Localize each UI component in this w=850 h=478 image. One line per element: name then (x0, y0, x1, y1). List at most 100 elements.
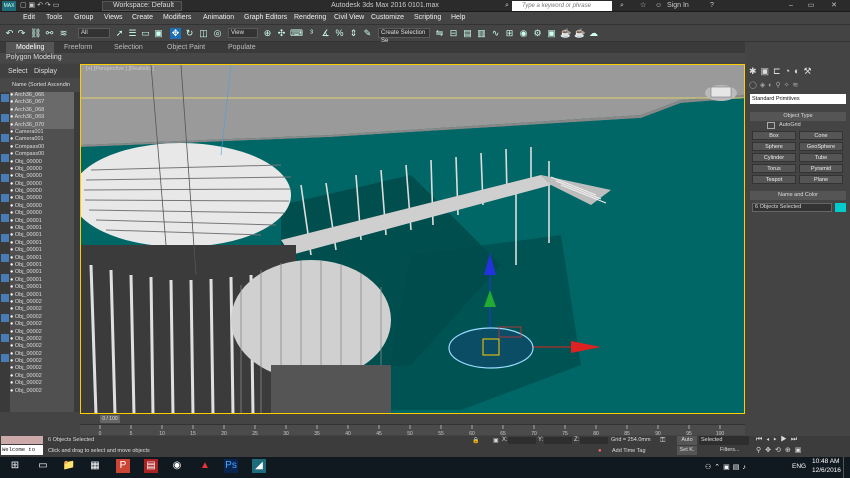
render-iterative-icon[interactable]: ☕ (574, 28, 585, 39)
object-type-rollout[interactable]: Object Type (750, 112, 846, 121)
scene-list-item[interactable]: ● Obj_00000 (10, 195, 74, 202)
tab-populate[interactable]: Populate (218, 42, 266, 53)
bind-space-warp-icon[interactable]: ≋ (58, 28, 69, 39)
teapot-button[interactable]: Teapot (752, 175, 796, 184)
scene-list-item[interactable]: ● Obj_00002 (10, 314, 74, 321)
help-icon[interactable]: ? (710, 1, 714, 11)
explorer-filter-icon[interactable] (1, 194, 9, 202)
task-view-icon[interactable]: ▭ (36, 459, 50, 473)
selection-filter-dropdown[interactable]: All (78, 28, 110, 38)
menu-scripting[interactable]: Scripting (414, 13, 441, 23)
geosphere-button[interactable]: GeoSphere (799, 142, 843, 151)
scene-list-item[interactable]: ● Obj_00002 (10, 329, 74, 336)
scene-list-item[interactable]: ● Obj_00001 (10, 255, 74, 262)
tab-selection[interactable]: Selection (104, 42, 153, 53)
scene-list-item[interactable]: ● Obj_00001 (10, 232, 74, 239)
scene-explorer-list[interactable]: ● Arch36_066 ● Arch36_067 ● Arch36_068 ● Ar… (10, 92, 74, 412)
placement-icon[interactable]: ◎ (212, 28, 223, 39)
x-coord-field[interactable] (508, 437, 536, 444)
lock-icon[interactable]: 🔒 (472, 437, 479, 444)
redo-icon[interactable]: ↷ (16, 28, 27, 39)
explorer-filter-icon[interactable] (1, 94, 9, 102)
render-production-icon[interactable]: ☕ (560, 28, 571, 39)
explorer-filter-icon[interactable] (1, 334, 9, 342)
ribbon-panel-label[interactable]: Polygon Modeling (0, 53, 745, 63)
scene-list-item[interactable]: ● Compass00 (10, 144, 74, 151)
quick-access-icons[interactable]: ▢ ▣ ↶ ↷ ▭ (20, 1, 59, 11)
explorer-filter-icon[interactable] (1, 354, 9, 362)
render-setup-icon[interactable]: ⚙ (532, 28, 543, 39)
scene-list-item[interactable]: ● Obj_00000 (10, 210, 74, 217)
absolute-mode-icon[interactable]: ▣ (493, 437, 499, 444)
language-indicator[interactable]: ENG (792, 463, 806, 470)
y-coord-field[interactable] (544, 437, 572, 444)
scene-list-item[interactable]: ● Obj_00001 (10, 225, 74, 232)
menu-rendering[interactable]: Rendering (294, 13, 326, 23)
powerpoint-icon[interactable]: P (116, 459, 130, 473)
scene-list-item[interactable]: ● Arch36_067 (10, 99, 74, 107)
link-icon[interactable]: ⛓ (30, 28, 41, 39)
menu-civil-view[interactable]: Civil View (334, 13, 364, 23)
angle-snap-icon[interactable]: ∡ (320, 28, 331, 39)
selection-region-icon[interactable]: ▭ (140, 28, 151, 39)
autodesk-icon[interactable]: ▲ (198, 459, 212, 473)
explorer-filter-icon[interactable] (1, 314, 9, 322)
perspective-viewport[interactable] (80, 64, 745, 414)
menu-group[interactable]: Group (74, 13, 93, 23)
maxscript-listener[interactable] (1, 436, 43, 444)
z-coord-field[interactable] (580, 437, 608, 444)
viewport-label[interactable]: [+] [Perspective ] [Realistic ] (86, 66, 154, 72)
scene-list-item[interactable]: ● Obj_00002 (10, 299, 74, 306)
calculator-icon[interactable]: ▦ (88, 459, 102, 473)
scene-list-item[interactable]: ● Obj_00001 (10, 277, 74, 284)
track-bar[interactable]: 0 5 10 15 20 25 30 35 40 45 50 55 60 65 70 75 80 85 90 95 10… (80, 424, 745, 437)
mirror-icon[interactable]: ⇋ (434, 28, 445, 39)
scene-list-item[interactable]: ● Camera001 (10, 136, 74, 143)
explorer-filter-icon[interactable] (1, 214, 9, 222)
key-icon[interactable]: ⚿ (660, 437, 665, 445)
box-button[interactable]: Box (752, 131, 796, 140)
tab-freeform[interactable]: Freeform (54, 42, 102, 53)
window-crossing-icon[interactable]: ▣ (153, 28, 164, 39)
scene-list-item[interactable]: ● Arch36_066 (10, 92, 74, 100)
show-desktop-button[interactable] (843, 457, 850, 478)
manipulate-icon[interactable]: ✣ (276, 28, 287, 39)
explorer-filter-icon[interactable] (1, 174, 9, 182)
edit-named-selection-icon[interactable]: ✎ (362, 28, 373, 39)
scene-tab-display[interactable]: Display (34, 68, 57, 75)
unlink-icon[interactable]: ⚯ (44, 28, 55, 39)
create-category-icons[interactable]: ◯◈◐⚲✧≋ (749, 81, 846, 91)
select-object-icon[interactable]: ➚ (114, 28, 125, 39)
scene-list-item[interactable]: ● Obj_00002 (10, 358, 74, 365)
explorer-filter-icon[interactable] (1, 254, 9, 262)
sign-in-link[interactable]: Sign In (667, 1, 689, 11)
scene-list-item[interactable]: ● Obj_00002 (10, 321, 74, 328)
scene-list-item[interactable]: ● Obj_00001 (10, 218, 74, 225)
scene-list-item[interactable]: ● Obj_00002 (10, 388, 74, 395)
binoculars-icon[interactable]: ⌕ (505, 1, 509, 11)
scene-list-item[interactable]: ● Obj_00001 (10, 292, 74, 299)
curve-editor-icon[interactable]: ∿ (490, 28, 501, 39)
maximize-button[interactable]: ▭ (805, 1, 817, 11)
scene-list-item[interactable]: ● Obj_00001 (10, 240, 74, 247)
material-editor-icon[interactable]: ◉ (518, 28, 529, 39)
star-icon[interactable]: ☆ (640, 1, 646, 11)
pivot-center-icon[interactable]: ⊕ (262, 28, 273, 39)
explorer-filter-icon[interactable] (1, 234, 9, 242)
scene-list-item[interactable]: ● Arch36_068 (10, 106, 74, 115)
object-color-swatch[interactable] (835, 203, 846, 212)
file-explorer-icon[interactable]: 📁 (62, 459, 76, 473)
explorer-filter-icon[interactable] (1, 294, 9, 302)
command-panel-tabs-icon[interactable]: ✱▣⊏◔◐⚒ (749, 66, 846, 78)
minimize-button[interactable]: – (785, 1, 797, 11)
name-color-rollout[interactable]: Name and Color (750, 191, 846, 200)
scene-list-item[interactable]: ● Obj_00002 (10, 336, 74, 343)
scene-list-item[interactable]: ● Arch36_069 (10, 114, 74, 122)
set-key-button[interactable]: Set K. (677, 446, 697, 455)
menu-views[interactable]: Views (104, 13, 123, 23)
menu-customize[interactable]: Customize (371, 13, 404, 23)
scene-list-item[interactable]: ● Obj_00000 (10, 203, 74, 210)
scene-list-item[interactable]: ● Compass00 (10, 151, 74, 158)
scene-list-item[interactable]: ● Obj_00000 (10, 181, 74, 188)
keyboard-shortcut-icon[interactable]: ⌨ (290, 28, 303, 39)
